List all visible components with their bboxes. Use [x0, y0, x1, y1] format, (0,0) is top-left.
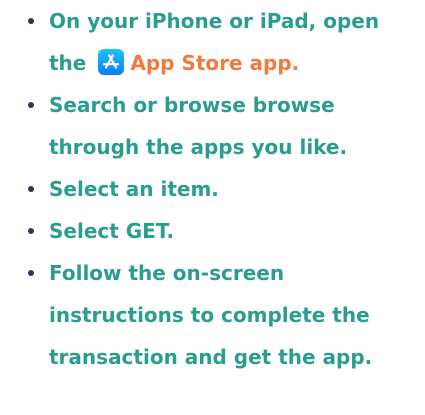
step-text: On your iPhone or iPad, open: [49, 9, 380, 33]
step-text: Select an item.: [49, 177, 219, 201]
step-text: instructions to complete the: [49, 303, 370, 327]
bullet-icon: [28, 18, 34, 24]
step-text: transaction and get the app.: [49, 345, 373, 369]
step-text: Search or browse browse: [49, 93, 335, 117]
step-search-browse: Search or browse browse through the apps…: [0, 84, 425, 168]
step-text: Select GET.: [49, 219, 175, 243]
bullet-icon: [28, 270, 34, 276]
step-select-get: Select GET.: [0, 210, 425, 252]
step-follow-instructions: Follow the on-screen instructions to com…: [0, 252, 425, 378]
step-text-line2: the App Store app.: [49, 42, 417, 84]
step-open-app-store: On your iPhone or iPad, open the App Stor…: [0, 0, 425, 84]
instruction-list: On your iPhone or iPad, open the App Stor…: [0, 0, 425, 378]
step-text: through the apps you like.: [49, 135, 348, 159]
step-select-item: Select an item.: [0, 168, 425, 210]
bullet-icon: [28, 102, 34, 108]
app-store-icon: [98, 49, 125, 75]
bullet-icon: [28, 186, 34, 192]
step-text: Follow the on-screen: [49, 261, 285, 285]
bullet-icon: [28, 228, 34, 234]
step-text: the: [49, 51, 87, 75]
app-store-link[interactable]: App Store app.: [130, 51, 299, 75]
